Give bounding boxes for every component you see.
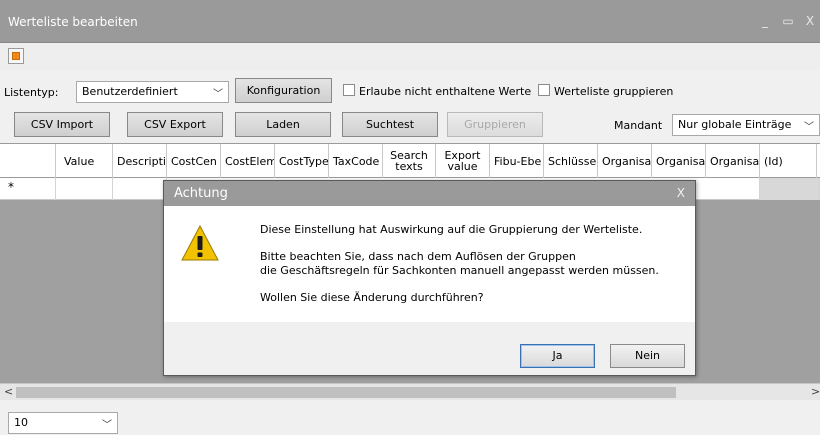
dialog-message-line-4: Wollen Sie diese Änderung durchführen?: [260, 291, 484, 304]
konfiguration-button[interactable]: Konfiguration: [235, 78, 332, 103]
column-header-export-value[interactable]: Export value: [436, 144, 490, 178]
id-cell: [760, 178, 820, 200]
dialog-message-line-3: die Geschäftsregeln für Sachkonten manue…: [260, 264, 659, 277]
chevron-down-icon: ﹀: [213, 89, 223, 100]
confirmation-dialog: Achtung X Diese Einstellung hat Auswirku…: [163, 180, 696, 376]
listentyp-value: Benutzerdefiniert: [82, 85, 178, 98]
csv-import-button[interactable]: CSV Import: [14, 112, 110, 137]
chevron-down-icon: ﹀: [804, 122, 814, 133]
grid-cell[interactable]: [113, 178, 167, 200]
column-header-costelement[interactable]: CostElem: [221, 144, 275, 178]
horizontal-scrollbar[interactable]: < >: [0, 383, 820, 400]
column-header-costtype[interactable]: CostType: [275, 144, 329, 178]
column-header-costcenter[interactable]: CostCen: [167, 144, 221, 178]
column-header-fibu-ebene[interactable]: Fibu-Ebe: [490, 144, 544, 178]
window-title: Werteliste bearbeiten: [8, 15, 138, 29]
dialog-title: Achtung: [174, 186, 228, 201]
chevron-down-icon: ﹀: [102, 420, 112, 431]
scroll-right-icon[interactable]: >: [811, 385, 820, 398]
listentyp-select[interactable]: Benutzerdefiniert ﹀: [76, 81, 229, 103]
dialog-close-icon[interactable]: X: [677, 186, 685, 200]
nein-button[interactable]: Nein: [610, 344, 685, 368]
laden-button[interactable]: Laden: [235, 112, 331, 137]
column-header-search-texts[interactable]: Search texts: [383, 144, 436, 178]
quick-toolbar: [0, 43, 820, 70]
erlaube-checkbox[interactable]: [343, 84, 355, 96]
grid-cell[interactable]: [706, 178, 760, 200]
column-header-value[interactable]: Value: [56, 144, 113, 178]
mandant-label: Mandant: [614, 119, 663, 132]
column-header-selector: [0, 144, 56, 178]
page-size-select[interactable]: 10 ﹀: [8, 412, 118, 434]
grid-cell[interactable]: [56, 178, 113, 200]
scrollbar-thumb[interactable]: [16, 387, 676, 398]
dialog-titlebar: Achtung: [164, 181, 695, 206]
werteliste-gruppieren-label: Werteliste gruppieren: [554, 85, 674, 98]
minimize-icon[interactable]: _: [758, 14, 772, 28]
mandant-value: Nur globale Einträge: [678, 118, 792, 131]
row-selector-cell: [0, 178, 56, 200]
suchtest-button[interactable]: Suchtest: [342, 112, 438, 137]
maximize-icon[interactable]: ▭: [781, 14, 795, 28]
dialog-message-line-1: Diese Einstellung hat Auswirkung auf die…: [260, 223, 643, 236]
column-header-organisation-1[interactable]: Organisa: [598, 144, 652, 178]
ja-button[interactable]: Ja: [520, 344, 595, 368]
close-icon[interactable]: X: [803, 14, 817, 28]
page-size-value: 10: [14, 416, 28, 429]
column-header-id[interactable]: (Id): [760, 144, 817, 178]
csv-export-button[interactable]: CSV Export: [127, 112, 223, 137]
erlaube-label: Erlaube nicht enthaltene Werte: [359, 85, 532, 98]
column-header-description[interactable]: Descripti: [113, 144, 167, 178]
column-header-taxcode[interactable]: TaxCode: [329, 144, 383, 178]
grid-header: Value Descripti CostCen CostElem CostTyp…: [0, 144, 820, 178]
save-icon[interactable]: [8, 48, 24, 64]
scroll-left-icon[interactable]: <: [4, 385, 13, 398]
warning-icon: [181, 224, 219, 261]
listentyp-label: Listentyp:: [4, 86, 59, 99]
werteliste-gruppieren-checkbox[interactable]: [538, 84, 550, 96]
gruppieren-button[interactable]: Gruppieren: [447, 112, 543, 137]
footer: [0, 400, 820, 435]
column-header-schluessel[interactable]: Schlüsse: [544, 144, 598, 178]
column-header-organisation-2[interactable]: Organisa: [652, 144, 706, 178]
window-titlebar: Werteliste bearbeiten _ ▭ X: [0, 0, 820, 43]
column-header-organisation-3[interactable]: Organisa: [706, 144, 760, 178]
mandant-select[interactable]: Nur globale Einträge ﹀: [672, 114, 820, 136]
dialog-message-line-2: Bitte beachten Sie, dass nach dem Auflös…: [260, 250, 576, 263]
